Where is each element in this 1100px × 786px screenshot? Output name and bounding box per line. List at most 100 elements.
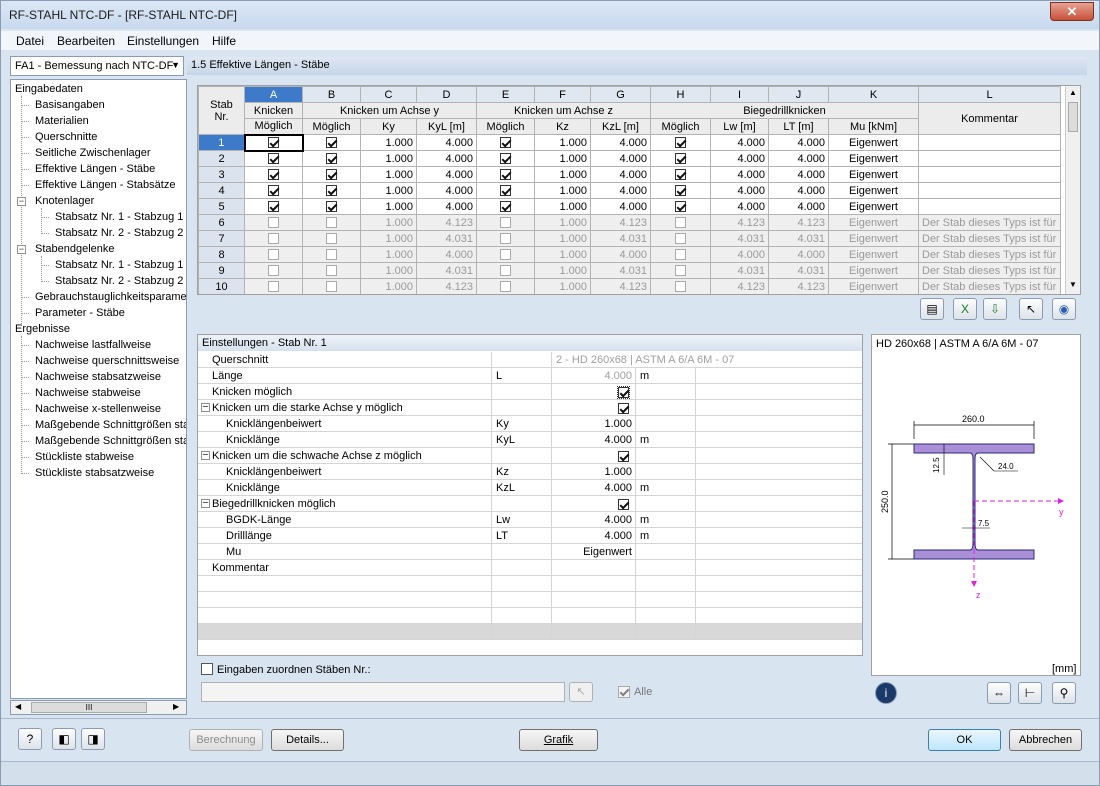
cell-knicken[interactable] — [244, 150, 303, 167]
cell-kyl[interactable]: 4.000 — [416, 134, 477, 151]
cell-z-moeglich[interactable] — [476, 262, 535, 279]
checkbox[interactable] — [500, 217, 511, 229]
cell-bdk-moeglich[interactable] — [650, 214, 711, 231]
cell-ky[interactable]: 1.000 — [360, 182, 417, 199]
table-row[interactable]: 3 1.000 4.000 1.000 4.000 4.000 4.000 Eigenwert — [198, 166, 1061, 183]
collapse-icon[interactable]: − — [17, 245, 26, 254]
col-letter[interactable]: G — [590, 86, 651, 103]
checkbox[interactable] — [326, 137, 338, 149]
cell-lt[interactable]: 4.000 — [768, 166, 829, 183]
help-icon[interactable]: ? — [18, 728, 42, 750]
checkbox[interactable] — [500, 201, 511, 213]
checkbox[interactable] — [268, 265, 279, 277]
tree-item-parameter[interactable]: Parameter - Stäbe — [35, 305, 125, 321]
cell-y-moeglich[interactable] — [302, 166, 361, 183]
close-button[interactable]: ✕ — [1050, 2, 1094, 21]
settings-row[interactable]: Knicklänge KzL 4.000 m — [198, 480, 862, 496]
checkbox[interactable] — [675, 137, 686, 149]
cell-lw[interactable]: 4.000 — [710, 246, 769, 263]
checkbox[interactable] — [500, 281, 511, 293]
table-row[interactable]: 4 1.000 4.000 1.000 4.000 4.000 4.000 Eigenwert — [198, 182, 1061, 199]
cell-kyl[interactable]: 4.031 — [416, 230, 477, 247]
collapse-icon[interactable]: − — [201, 498, 210, 509]
cell-bdk-moeglich[interactable] — [650, 182, 711, 199]
cell-lw[interactable]: 4.000 — [710, 134, 769, 151]
col-letter[interactable]: K — [828, 86, 919, 103]
cell-kzl[interactable]: 4.000 — [590, 166, 651, 183]
checkbox[interactable] — [675, 233, 686, 245]
menu-datei[interactable]: Datei — [16, 34, 44, 48]
cell-lt[interactable]: 4.000 — [768, 246, 829, 263]
excel-export-icon[interactable]: X — [953, 298, 977, 320]
tree-header-input[interactable]: Eingabedaten — [15, 81, 83, 97]
tree-result[interactable]: Nachweise lastfallweise — [35, 337, 151, 353]
select-member-icon[interactable]: ↖ — [1019, 298, 1043, 320]
checkbox[interactable] — [500, 265, 511, 277]
cell-lt[interactable]: 4.000 — [768, 182, 829, 199]
collapse-icon[interactable]: − — [201, 450, 210, 461]
tree-item-gelenke-2[interactable]: Stabsatz Nr. 2 - Stabzug 2 — [55, 273, 183, 289]
col-letter[interactable]: D — [416, 86, 477, 103]
cell-lt[interactable]: 4.000 — [768, 198, 829, 215]
scroll-thumb[interactable] — [1068, 102, 1078, 132]
cell-lw[interactable]: 4.031 — [710, 230, 769, 247]
cell-kommentar[interactable]: Der Stab dieses Typs ist für — [918, 262, 1061, 279]
cell-bdk-moeglich[interactable] — [650, 278, 711, 294]
tree-item-knotenlager-2[interactable]: Stabsatz Nr. 2 - Stabzug 2 — [55, 225, 183, 241]
row-number[interactable]: 4 — [198, 182, 245, 199]
checkbox[interactable] — [675, 249, 686, 261]
cell-kzl[interactable]: 4.031 — [590, 262, 651, 279]
setting-checkbox[interactable] — [618, 403, 629, 414]
settings-row[interactable]: − Knicken um die starke Achse y möglich — [198, 400, 862, 416]
cell-mu[interactable]: Eigenwert — [828, 214, 919, 231]
cell-ky[interactable]: 1.000 — [360, 198, 417, 215]
setting-value[interactable]: Eigenwert — [583, 546, 632, 558]
tree-item-eff-laengen-stabsaetze[interactable]: Effektive Längen - Stabsätze — [35, 177, 175, 193]
checkbox[interactable] — [326, 153, 337, 165]
cell-mu[interactable]: Eigenwert — [828, 134, 919, 151]
cell-lw[interactable]: 4.123 — [710, 214, 769, 231]
checkbox[interactable] — [268, 249, 279, 261]
scroll-right-icon[interactable]: ▶ — [173, 702, 179, 711]
cell-kyl[interactable]: 4.000 — [416, 198, 477, 215]
cell-kommentar[interactable] — [918, 182, 1061, 199]
cell-kz[interactable]: 1.000 — [534, 262, 591, 279]
dimension-icon[interactable]: ⇔ — [987, 682, 1011, 704]
checkbox[interactable] — [268, 233, 279, 245]
checkbox[interactable] — [500, 169, 511, 181]
row-number[interactable]: 3 — [198, 166, 245, 183]
cell-mu[interactable]: Eigenwert — [828, 246, 919, 263]
tree-scrollbar[interactable]: ◀ III ▶ — [10, 700, 187, 715]
checkbox[interactable] — [268, 169, 279, 181]
cell-kommentar[interactable] — [918, 134, 1061, 151]
cell-mu[interactable]: Eigenwert — [828, 150, 919, 167]
row-number[interactable]: 8 — [198, 246, 245, 263]
cell-mu[interactable]: Eigenwert — [828, 262, 919, 279]
checkbox[interactable] — [326, 201, 337, 213]
details-button[interactable]: Details... — [271, 729, 344, 751]
checkbox[interactable] — [326, 233, 337, 245]
cell-bdk-moeglich[interactable] — [650, 262, 711, 279]
alle-checkbox[interactable] — [618, 686, 630, 698]
tree-item-materialien[interactable]: Materialien — [35, 113, 89, 129]
cell-y-moeglich[interactable] — [302, 150, 361, 167]
cell-kz[interactable]: 1.000 — [534, 230, 591, 247]
cell-lw[interactable]: 4.000 — [710, 198, 769, 215]
cell-kz[interactable]: 1.000 — [534, 278, 591, 294]
checkbox[interactable] — [268, 153, 279, 165]
cell-knicken[interactable] — [244, 214, 303, 231]
cell-kz[interactable]: 1.000 — [534, 182, 591, 199]
row-number[interactable]: 6 — [198, 214, 245, 231]
cell-knicken[interactable] — [244, 278, 303, 294]
cell-kommentar[interactable] — [918, 198, 1061, 215]
cell-lw[interactable]: 4.000 — [710, 150, 769, 167]
checkbox[interactable] — [500, 185, 511, 197]
info-icon[interactable]: i — [875, 682, 897, 704]
checkbox[interactable] — [268, 201, 279, 213]
setting-value[interactable]: 4.000 — [604, 482, 632, 494]
cell-kz[interactable]: 1.000 — [534, 214, 591, 231]
col-letter[interactable]: I — [710, 86, 769, 103]
settings-row[interactable]: Kommentar — [198, 560, 862, 576]
cell-kz[interactable]: 1.000 — [534, 246, 591, 263]
settings-row[interactable]: Knicklänge KyL 4.000 m — [198, 432, 862, 448]
